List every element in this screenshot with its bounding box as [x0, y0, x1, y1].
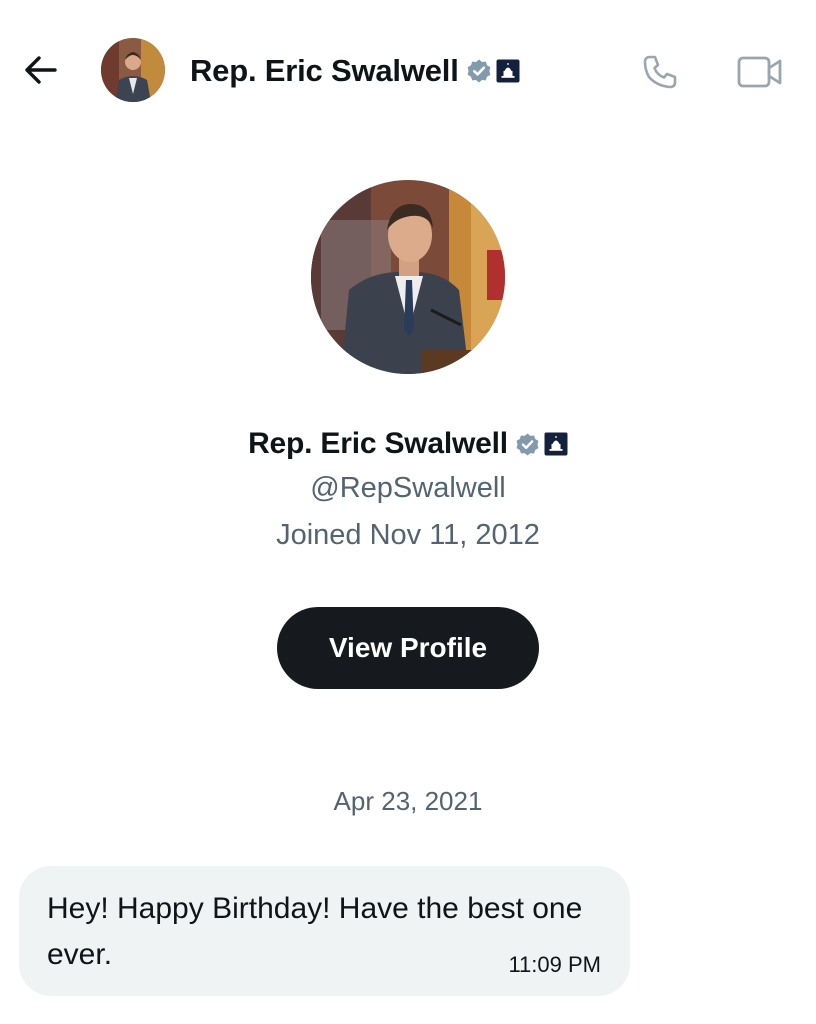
profile-badges [515, 432, 568, 457]
date-separator: Apr 23, 2021 [333, 786, 483, 816]
profile-joined-date: Joined Nov 11, 2012 [276, 519, 540, 551]
profile-handle: @RepSwalwell [310, 472, 506, 504]
government-capitol-badge-icon [496, 59, 520, 83]
profile-name: Rep. Eric Swalwell [248, 427, 508, 460]
call-button[interactable] [638, 50, 682, 94]
profile-name-group: Rep. Eric Swalwell [0, 420, 816, 468]
header-name-group[interactable]: Rep. Eric Swalwell [190, 50, 520, 92]
government-capitol-badge-icon [544, 432, 568, 456]
profile-photo-image [311, 180, 505, 374]
verified-badge-icon [516, 432, 539, 456]
header-name: Rep. Eric Swalwell [190, 53, 459, 88]
header-avatar[interactable] [101, 38, 165, 102]
video-call-button[interactable] [734, 50, 786, 94]
phone-icon [643, 55, 677, 89]
avatar-photo [101, 38, 165, 102]
video-camera-icon [737, 56, 782, 88]
back-button[interactable] [18, 50, 62, 90]
message-timestamp: 11:09 PM [508, 952, 601, 977]
arrow-left-icon [25, 56, 57, 84]
view-profile-button[interactable]: View Profile [277, 607, 539, 689]
header-badges [466, 58, 520, 84]
conversation-header: Rep. Eric Swalwell [0, 0, 816, 140]
message-bubble[interactable]: Hey! Happy Birthday! Have the best one e… [19, 866, 630, 996]
profile-photo[interactable] [311, 180, 505, 374]
verified-badge-icon [467, 59, 491, 83]
